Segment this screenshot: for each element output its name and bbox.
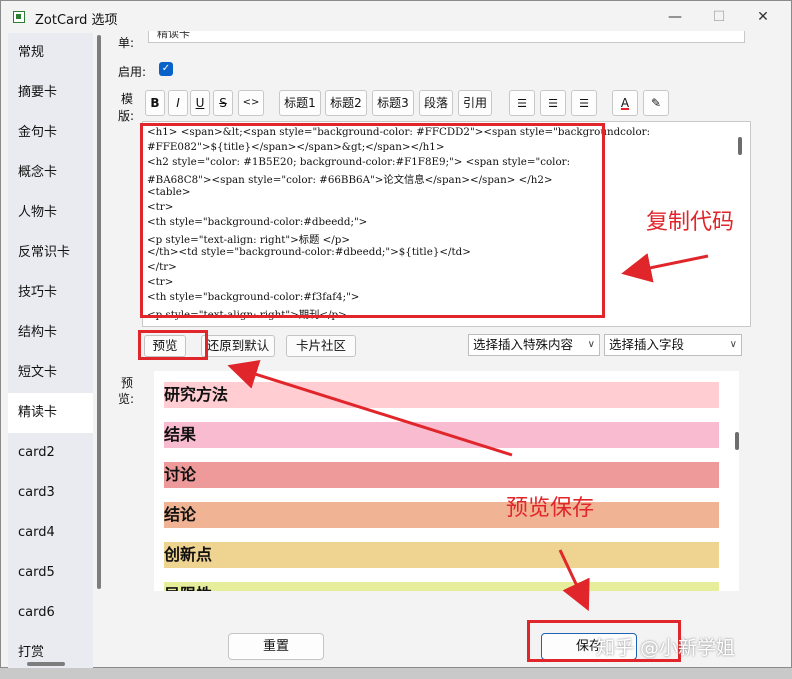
arrow-to-code: [621, 253, 709, 283]
annotation-arrows: [227, 253, 709, 612]
arrow-to-preview-button: [227, 360, 513, 457]
arrow-to-save-button: [558, 549, 590, 612]
watermark: 知乎 @小新学姐: [596, 637, 736, 659]
